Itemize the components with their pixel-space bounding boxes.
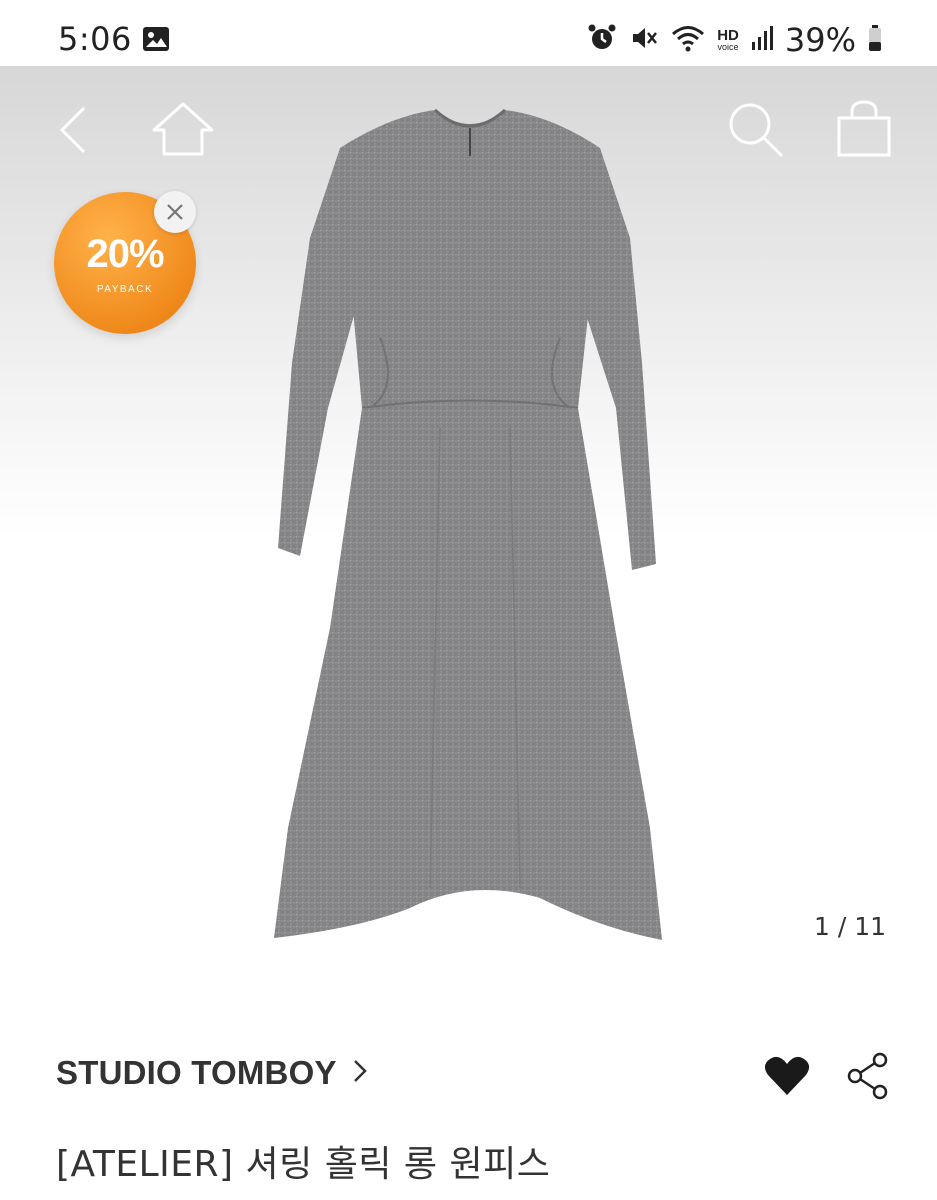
back-icon[interactable] <box>56 104 92 161</box>
battery-percent: 39% <box>784 21 856 59</box>
image-counter: 1 / 11 <box>813 912 887 941</box>
shopping-bag-icon[interactable] <box>836 100 892 163</box>
chevron-right-icon <box>353 1058 367 1089</box>
close-icon <box>167 204 183 220</box>
signal-icon <box>751 25 773 56</box>
brand-name: STUDIO TOMBOY <box>56 1054 337 1091</box>
payback-close-button[interactable] <box>154 191 196 233</box>
wishlist-heart-icon[interactable] <box>764 1055 810 1102</box>
hd-label: HD <box>717 27 739 44</box>
status-bar: 5:06 HD voice 39% <box>0 0 937 66</box>
payback-percent: 20% <box>86 232 164 276</box>
wifi-icon <box>671 23 705 58</box>
alarm-icon <box>587 23 617 58</box>
home-icon[interactable] <box>150 100 216 163</box>
brand-link[interactable]: STUDIO TOMBOY <box>56 1054 367 1092</box>
search-icon[interactable] <box>726 100 786 165</box>
product-image <box>270 108 670 953</box>
share-icon[interactable] <box>846 1052 890 1105</box>
status-time: 5:06 <box>58 20 132 58</box>
product-title: [ATELIER] 셔링 홀릭 롱 원피스 <box>56 1144 551 1185</box>
mute-icon <box>629 23 659 58</box>
payback-label: PAYBACK <box>96 284 154 295</box>
hd-voice-icon: HD voice <box>717 28 739 52</box>
voice-label: voice <box>717 42 739 52</box>
gallery-icon <box>142 26 170 57</box>
battery-icon <box>868 24 882 57</box>
status-icons: HD voice 39% <box>587 20 882 60</box>
